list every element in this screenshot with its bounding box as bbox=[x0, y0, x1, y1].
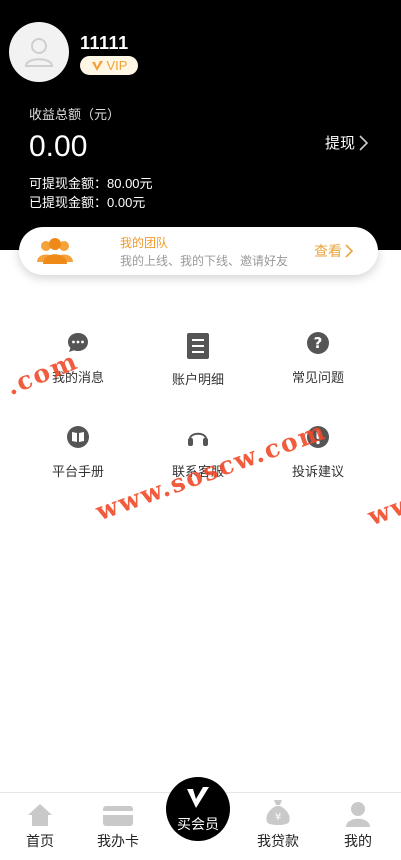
chevron-right-icon bbox=[359, 134, 368, 151]
watermark-text: ww bbox=[364, 487, 401, 532]
profile-header: 11111 VIP 收益总额（元） 0.00 提现 可提现金额：80.00元 已… bbox=[0, 0, 401, 250]
withdrawable-amount: 可提现金额：80.00元 bbox=[29, 176, 153, 191]
menu-label: 常见问题 bbox=[291, 370, 344, 385]
svg-text:¥: ¥ bbox=[275, 812, 281, 823]
tab-apply-card[interactable]: 我办卡 bbox=[78, 793, 158, 860]
vip-label: VIP bbox=[106, 58, 128, 73]
tab-label: 我贷款 bbox=[257, 833, 299, 849]
earnings-label: 收益总额（元） bbox=[29, 107, 121, 122]
withdrawn-amount: 已提现金额：0.00元 bbox=[29, 195, 146, 210]
vip-v-icon bbox=[187, 787, 209, 808]
tab-label: 首页 bbox=[26, 833, 54, 849]
menu-item-account-details[interactable]: 账户明细 bbox=[131, 333, 265, 388]
team-icon bbox=[37, 237, 73, 270]
menu-label: 账户明细 bbox=[171, 372, 224, 387]
team-subtitle: 我的上线、我的下线、邀请好友 bbox=[120, 254, 289, 268]
user-icon bbox=[318, 793, 398, 827]
team-view-label: 查看 bbox=[314, 243, 342, 259]
team-view-button[interactable]: 查看 bbox=[314, 241, 353, 261]
card-icon bbox=[78, 793, 158, 827]
menu-item-faq[interactable]: ? 常见问题 bbox=[251, 331, 385, 386]
default-avatar-icon bbox=[24, 38, 54, 67]
home-icon bbox=[0, 793, 80, 827]
tab-home[interactable]: 首页 bbox=[0, 793, 80, 860]
tab-label: 我的 bbox=[344, 833, 372, 849]
my-team-card[interactable]: 我的团队 我的上线、我的下线、邀请好友 查看 bbox=[19, 227, 378, 275]
vip-badge: VIP bbox=[80, 56, 138, 75]
tab-label: 我办卡 bbox=[97, 833, 139, 849]
menu-item-platform-manual[interactable]: 平台手册 bbox=[11, 425, 145, 480]
username: 11111 bbox=[80, 33, 129, 53]
chevron-right-icon bbox=[345, 244, 353, 258]
message-icon bbox=[11, 331, 145, 357]
menu-label: 平台手册 bbox=[51, 464, 104, 479]
withdraw-button[interactable]: 提现 bbox=[325, 132, 368, 153]
tab-mine[interactable]: 我的 bbox=[318, 793, 398, 860]
vip-v-icon bbox=[91, 60, 103, 71]
question-icon: ? bbox=[251, 331, 385, 357]
earnings-total: 0.00 bbox=[29, 130, 88, 163]
book-icon bbox=[11, 425, 145, 451]
svg-text:?: ? bbox=[314, 334, 323, 352]
tab-loan[interactable]: ¥ 我贷款 bbox=[238, 793, 318, 860]
avatar[interactable] bbox=[9, 22, 69, 82]
team-title: 我的团队 bbox=[120, 236, 169, 250]
document-icon bbox=[131, 333, 265, 359]
tab-label: 买会员 bbox=[177, 816, 219, 832]
money-bag-icon: ¥ bbox=[238, 793, 318, 827]
withdraw-label: 提现 bbox=[324, 135, 355, 152]
